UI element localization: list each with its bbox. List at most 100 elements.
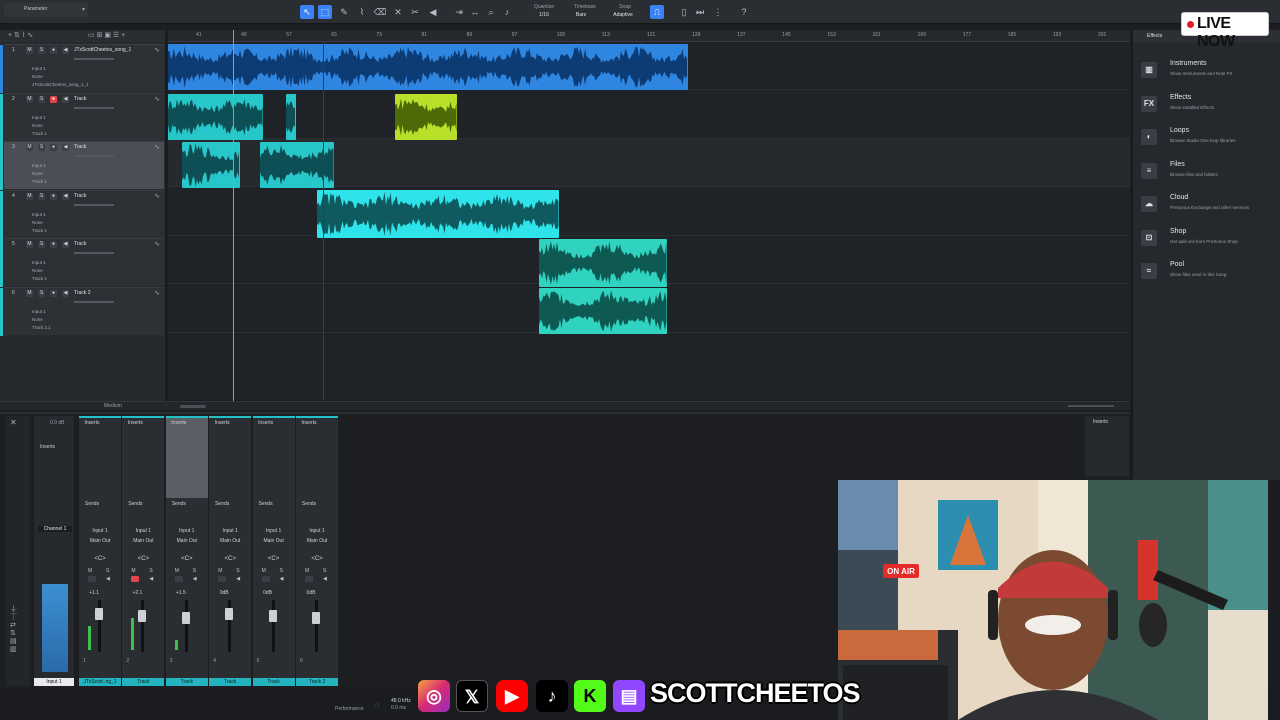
sends-label[interactable]: Sends — [71, 501, 113, 507]
browser-item[interactable]: ☁ Cloud PreSonus Exchange and other serv… — [1141, 194, 1279, 226]
record-button[interactable]: ● — [50, 95, 57, 103]
channel-input[interactable]: Input 1 — [209, 528, 251, 534]
browser-item[interactable]: ⊡ Shop Get add-ons from PreSonus Shop — [1141, 228, 1279, 260]
monitor-button[interactable]: ◀ — [62, 47, 69, 54]
track-name[interactable]: Track — [74, 193, 86, 199]
inserts-label[interactable]: Inserts — [201, 420, 243, 426]
timeline-ruler[interactable]: 41 49 57 65 73 81 89 97 105 113 121 129 137 145 153 161… — [168, 30, 1130, 42]
audio-clip[interactable] — [286, 94, 296, 140]
channel-name[interactable]: Track — [209, 678, 252, 686]
solo-button[interactable]: S — [193, 568, 196, 574]
record-button[interactable]: ● — [50, 241, 57, 248]
inserts-label[interactable]: Inserts — [245, 420, 287, 426]
volume-slider[interactable] — [74, 58, 114, 60]
solo-button[interactable]: S — [38, 289, 45, 297]
mute-button[interactable]: M — [131, 568, 135, 574]
browser-item[interactable]: ≡ Files Browse files and folders — [1141, 161, 1279, 193]
inserts-area[interactable] — [296, 418, 338, 498]
record-arm-button[interactable] — [261, 576, 270, 582]
channel-input[interactable]: Input 1 — [253, 528, 295, 534]
solo-button[interactable]: S — [280, 568, 283, 574]
automation-icon[interactable]: ∿ — [154, 143, 160, 151]
track-header[interactable]: 2 M S ● ◀ Track ∿ Input 1 None Track 1 — [0, 92, 164, 142]
monitor-button[interactable]: ◀ — [62, 144, 69, 151]
paint-tool-icon[interactable]: ⌇ — [355, 5, 369, 19]
monitor-button[interactable]: ◀ — [62, 241, 69, 248]
monitor-button[interactable]: ◀ — [62, 95, 69, 103]
solo-button[interactable]: S — [236, 568, 239, 574]
automation-icon[interactable]: ∿ — [154, 240, 160, 248]
mute-button[interactable]: M — [175, 568, 179, 574]
channel-name[interactable]: Track — [165, 678, 208, 686]
mute-button[interactable]: M — [26, 95, 33, 103]
track-name[interactable]: JTxScottCheetos_song_1 — [74, 47, 131, 53]
automation-icon[interactable]: ∿ — [154, 46, 160, 54]
mixer-view-icon[interactable]: ⏚ ⏉ ⇄ ⇅ ▤ ▥ — [10, 606, 17, 654]
view-options-icon[interactable]: ▭ ⊞ ▣ ☰ + — [88, 31, 125, 39]
record-arm-button[interactable] — [305, 576, 313, 582]
channel-name[interactable]: Track — [122, 678, 165, 686]
channel-output[interactable]: Main Out — [209, 538, 251, 544]
inserts-area[interactable] — [122, 418, 164, 498]
track-output[interactable]: Track 1 — [32, 131, 47, 136]
volume-slider[interactable] — [74, 252, 114, 254]
track-output[interactable]: Track 1 — [32, 276, 47, 281]
arrow-tool-icon[interactable]: ↖ — [300, 5, 314, 19]
marker-icon[interactable]: ▯ — [677, 5, 691, 19]
browser-item[interactable]: ≈ Pool Show files used in this Song — [1141, 261, 1279, 293]
audio-clip[interactable] — [539, 288, 667, 334]
channel-input[interactable]: Input 1 — [296, 528, 338, 534]
channel-input[interactable]: Input 1 — [79, 528, 121, 534]
mute-button[interactable]: M — [26, 192, 33, 200]
help-button[interactable]: ? — [737, 5, 751, 19]
loop-end-marker[interactable] — [323, 42, 324, 400]
monitor-button[interactable]: ◀ — [62, 289, 69, 297]
speaker-icon[interactable]: ◀ — [426, 5, 440, 19]
monitor-button[interactable]: ◀ — [62, 192, 69, 200]
automation-icon[interactable]: ∿ — [154, 192, 160, 200]
track-name[interactable]: Track — [74, 144, 86, 150]
track-output[interactable]: Track 1 — [32, 228, 47, 233]
channel-name[interactable]: Track — [252, 678, 295, 686]
snap-value[interactable]: Adaptive — [608, 12, 638, 18]
track-sub[interactable]: None — [32, 74, 43, 79]
volume-slider[interactable] — [74, 106, 114, 109]
monitor-button[interactable]: ◀ — [323, 576, 327, 582]
volume-slider[interactable] — [74, 300, 114, 303]
pan-knob[interactable]: <C> — [122, 556, 164, 562]
browser-item[interactable]: ▥ Instruments Show Instruments and Note … — [1141, 60, 1279, 92]
channel-output[interactable]: Main Out — [79, 538, 121, 544]
audio-clip[interactable] — [317, 190, 559, 238]
monitor-button[interactable]: ◀ — [236, 576, 240, 582]
next-marker-icon[interactable]: ⏭ — [693, 5, 707, 19]
track-sub[interactable]: None — [32, 123, 43, 128]
track-header[interactable]: 4 M S ● ◀ Track ∿ Input 1 None Track 1 — [0, 189, 164, 239]
volume-slider[interactable] — [74, 155, 114, 157]
mute-button[interactable]: M — [26, 241, 33, 248]
track-output[interactable]: Track 1 — [32, 179, 47, 184]
fader-handle[interactable] — [95, 608, 103, 620]
track-header[interactable]: 3 M S ● ◀ Track ∿ Input 1 None Track 1 — [0, 141, 164, 190]
audio-clip[interactable] — [168, 44, 688, 90]
range-tool-icon[interactable]: ⬚ — [318, 5, 332, 19]
solo-button[interactable]: S — [38, 192, 45, 200]
track-output[interactable]: JTxScottCheetos_song_1_1 — [32, 82, 89, 87]
master-inserts[interactable]: Inserts — [40, 444, 55, 450]
fader-handle[interactable] — [181, 612, 190, 624]
track-input[interactable]: Input 1 — [32, 309, 46, 314]
automation-icon[interactable]: ∿ — [154, 289, 160, 297]
channel-output[interactable]: Main Out — [122, 538, 164, 544]
mute-button[interactable]: M — [26, 289, 33, 297]
monitor-button[interactable]: ◀ — [280, 576, 284, 582]
solo-button[interactable]: S — [38, 241, 45, 248]
automation-icon[interactable]: ∿ — [154, 95, 160, 103]
tab-effects[interactable]: Effects — [1147, 33, 1162, 39]
mute-button[interactable]: M — [262, 568, 266, 574]
parameter-field[interactable]: Parameter ▾ — [4, 3, 88, 17]
sends-label[interactable]: Sends — [114, 501, 156, 507]
solo-button[interactable]: S — [38, 144, 45, 151]
pan-knob[interactable]: <C> — [79, 556, 121, 562]
zoom-label[interactable]: Medium — [104, 403, 122, 409]
settings-icon[interactable]: ⋮ — [711, 5, 725, 19]
mute-button[interactable]: M — [218, 568, 222, 574]
